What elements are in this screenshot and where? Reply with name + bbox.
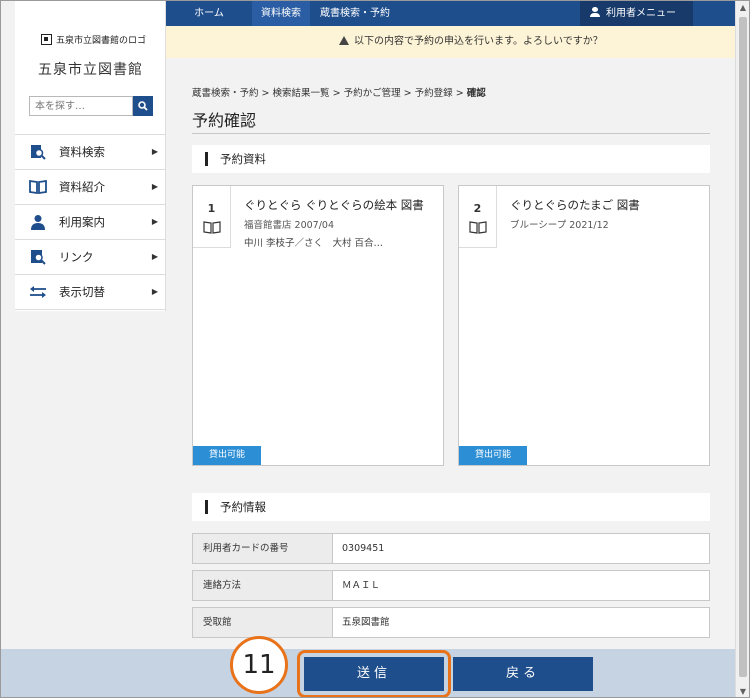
info-section-heading: 予約情報 — [192, 493, 710, 521]
logo-text: 五泉市立図書館のロゴ — [56, 36, 147, 46]
card-number: 1 — [207, 202, 216, 215]
card-number: 2 — [473, 202, 482, 215]
sidebar-item-search[interactable]: 資料検索 ▶ — [15, 135, 166, 170]
sidebar: 五泉市立図書館のロゴ 五泉市立図書館 資料 — [15, 1, 166, 311]
top-crumb-reserve[interactable]: 蔵書検索・予約 — [310, 1, 400, 26]
vertical-scrollbar[interactable]: ▲ ▼ — [735, 1, 749, 697]
chevron-right-icon: ▶ — [151, 252, 158, 261]
magnifier-icon — [138, 101, 148, 111]
sidebar-item-label: 表示切替 — [59, 285, 105, 299]
chevron-right-icon: ▶ — [151, 182, 158, 191]
card-number-cell: 2 — [459, 186, 497, 248]
info-label: 連絡方法 — [193, 571, 333, 600]
breadcrumb-item[interactable]: 検索結果一覧 — [273, 88, 330, 99]
sidebar-item-label: リンク — [59, 250, 94, 264]
scroll-thumb[interactable] — [739, 17, 747, 677]
breadcrumb-item[interactable]: 予約かご管理 — [344, 88, 401, 99]
alert-message: 以下の内容で予約の申込を行います。よろしいですか？ — [354, 36, 603, 47]
status-badge: 貸出可能 — [459, 446, 527, 465]
sidebar-item-label: 利用案内 — [59, 215, 105, 229]
info-label: 利用者カードの番号 — [193, 534, 333, 563]
materials-section-heading: 予約資料 — [192, 145, 710, 173]
info-value: 0309451 — [342, 543, 385, 554]
material-card: 2 ぐりとぐらのたまご 図書 ブルーシープ 2021/12 貸出可能 — [458, 185, 710, 466]
open-book-icon — [29, 179, 47, 195]
top-crumb-search[interactable]: 資料検索 — [252, 1, 310, 26]
top-crumb-home[interactable]: ホーム — [166, 1, 252, 26]
info-label: 受取館 — [193, 608, 333, 637]
sidebar-item-display-toggle[interactable]: 表示切替 ▶ — [15, 275, 166, 310]
breadcrumb-separator: > — [455, 88, 464, 99]
card-title[interactable]: ぐりとぐら ぐりとぐらの絵本 図書 — [244, 197, 424, 213]
scroll-up-arrow-icon[interactable]: ▲ — [738, 3, 748, 13]
breadcrumb-item[interactable]: 予約登録 — [415, 88, 453, 99]
sidebar-nav: 資料検索 ▶ 資料紹介 ▶ 利用案内 ▶ リンク ▶ 表示切替 ▶ — [15, 134, 166, 310]
breadcrumb-separator: > — [403, 88, 412, 99]
info-value: ＭＡＩＬ — [342, 580, 381, 591]
sidebar-item-link[interactable]: リンク ▶ — [15, 240, 166, 275]
top-nav-bar: ホーム 資料検索 蔵書検索・予約 利用者メニュー — [166, 1, 737, 26]
user-menu-button[interactable]: 利用者メニュー — [580, 1, 693, 26]
title-divider — [192, 133, 710, 134]
chevron-right-icon: ▶ — [151, 287, 158, 296]
chevron-right-icon: ▶ — [151, 147, 158, 156]
browser-window: 五泉市立図書館のロゴ 五泉市立図書館 資料 — [0, 0, 750, 698]
breadcrumb-item[interactable]: 蔵書検索・予約 — [192, 88, 259, 99]
chevron-right-icon: ▶ — [151, 217, 158, 226]
card-number-cell: 1 — [193, 186, 231, 248]
card-publisher-date: ブルーシープ 2021/12 — [510, 220, 609, 231]
send-button-highlight — [297, 650, 451, 697]
breadcrumb: 蔵書検索・予約 > 検索結果一覧 > 予約かご管理 > 予約登録 > 確認 — [192, 85, 486, 99]
link-icon — [29, 249, 47, 265]
step-number-marker: 11 — [230, 636, 288, 694]
info-row-pickup-library: 受取館 五泉図書館 — [192, 607, 710, 638]
card-title[interactable]: ぐりとぐらのたまご 図書 — [510, 197, 640, 213]
page-title: 予約確認 — [192, 111, 257, 130]
library-name: 五泉市立図書館 — [38, 62, 143, 78]
confirm-alert-banner: 以下の内容で予約の申込を行います。よろしいですか？ — [166, 26, 737, 58]
search-input[interactable] — [29, 96, 133, 116]
swap-arrows-icon — [29, 284, 47, 300]
breadcrumb-separator: > — [332, 88, 341, 99]
top-breadcrumb: ホーム 資料検索 蔵書検索・予約 — [166, 1, 400, 26]
sidebar-item-introduction[interactable]: 資料紹介 ▶ — [15, 170, 166, 205]
library-logo[interactable]: 五泉市立図書館のロゴ — [41, 33, 146, 46]
card-author: 中川 李枝子／さく 大村 百合… — [244, 238, 384, 249]
search-book-icon — [29, 144, 47, 160]
card-publisher-date: 福音館書店 2007/04 — [244, 220, 334, 231]
sidebar-item-label: 資料検索 — [59, 145, 105, 159]
sidebar-item-label: 資料紹介 — [59, 180, 105, 194]
search-button[interactable] — [133, 96, 153, 116]
scroll-down-arrow-icon[interactable]: ▼ — [738, 687, 748, 697]
status-badge: 貸出可能 — [193, 446, 261, 465]
warning-icon — [339, 36, 349, 45]
search-box — [29, 96, 153, 116]
logo-icon — [41, 34, 52, 45]
sidebar-item-guide[interactable]: 利用案内 ▶ — [15, 205, 166, 240]
info-value: 五泉図書館 — [342, 617, 390, 628]
user-icon — [590, 7, 600, 17]
breadcrumb-separator: > — [261, 88, 270, 99]
person-icon — [29, 214, 47, 230]
open-book-icon — [468, 221, 487, 234]
user-menu-label: 利用者メニュー — [606, 8, 676, 19]
material-card: 1 ぐりとぐら ぐりとぐらの絵本 図書 福音館書店 2007/04 中川 李枝子… — [192, 185, 444, 466]
open-book-icon — [202, 221, 221, 234]
back-button[interactable]: 戻る — [453, 657, 593, 691]
breadcrumb-current: 確認 — [466, 88, 486, 99]
info-row-card-number: 利用者カードの番号 0309451 — [192, 533, 710, 564]
info-row-contact-method: 連絡方法 ＭＡＩＬ — [192, 570, 710, 601]
